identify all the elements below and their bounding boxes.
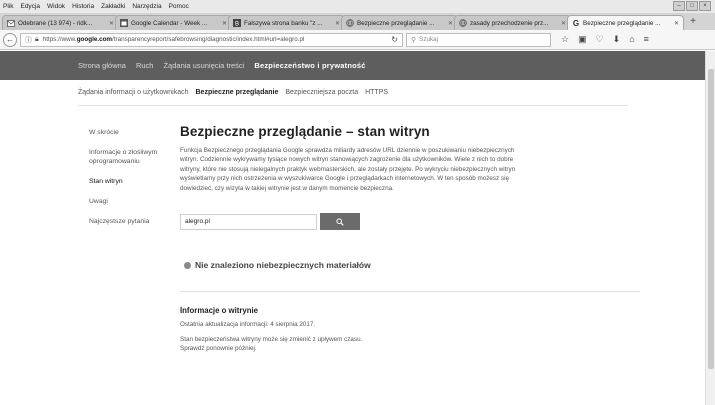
download-icon[interactable]: ⬇ bbox=[613, 34, 621, 45]
status-note-line-1: Stan bezpieczeństwa witryny może się zmi… bbox=[180, 336, 363, 344]
lock-icon: 🔒︎ bbox=[35, 35, 39, 43]
bookmark-star-icon[interactable]: ☆ bbox=[561, 34, 569, 45]
search-icon: ⚲ bbox=[411, 36, 417, 44]
mail-icon bbox=[7, 19, 15, 27]
new-tab-button[interactable]: + bbox=[686, 16, 700, 30]
url-path: /transparencyreport/safebrowsing/diagnos… bbox=[112, 36, 305, 43]
tab-bank[interactable]: B Fałszywa strona banku "z ... ✕ bbox=[228, 15, 345, 30]
bank-icon: B bbox=[233, 19, 241, 27]
reading-list-icon[interactable]: ▣ bbox=[578, 34, 587, 45]
tab-safe-browsing-active[interactable]: G Bezpieczne przeglądanie ... ✕ bbox=[567, 15, 684, 30]
maximize-button[interactable]: □ bbox=[686, 1, 698, 11]
tab-strip: Odebrane (13 974) - ridk... ✕ Google Cal… bbox=[0, 13, 715, 30]
hamburger-menu-icon[interactable]: ≡ bbox=[644, 34, 649, 45]
close-icon[interactable]: ✕ bbox=[335, 20, 340, 27]
site-url-input[interactable] bbox=[180, 213, 317, 230]
navigation-bar: ← ⓘ 🔒︎ https://www.google.com/transparen… bbox=[0, 30, 715, 50]
divider bbox=[180, 291, 640, 293]
menu-view[interactable]: Widok bbox=[47, 3, 65, 10]
svg-text:B: B bbox=[235, 22, 239, 28]
info-icon[interactable]: ⓘ bbox=[25, 35, 32, 45]
address-bar[interactable]: ⓘ 🔒︎ https://www.google.com/transparency… bbox=[20, 32, 403, 47]
sidebar-item-malware-info[interactable]: Informacje o złośliwym oprogramowaniu bbox=[89, 148, 169, 166]
close-window-button[interactable]: × bbox=[699, 1, 711, 11]
scan-result: Nie znaleziono niebezpiecznych materiałó… bbox=[184, 260, 640, 270]
back-arrow-icon[interactable]: ← bbox=[3, 32, 17, 47]
tab-rules[interactable]: zasady przechodzenie prz... ✕ bbox=[454, 15, 571, 30]
close-icon[interactable]: ✕ bbox=[561, 20, 566, 27]
sidebar: W skrócie Informacje o złośliwym oprogra… bbox=[89, 128, 169, 237]
tab-title: Google Calendar - Week ... bbox=[131, 19, 208, 27]
transparency-report-header: Strona główna Ruch Żądania usunięcia tre… bbox=[0, 51, 705, 80]
check-site-button[interactable] bbox=[320, 213, 360, 231]
page-title: Bezpieczne przeglądanie – stan witryn bbox=[180, 124, 430, 139]
status-dot-icon bbox=[184, 261, 191, 269]
search-icon bbox=[336, 217, 344, 226]
menu-help[interactable]: Pomoc bbox=[169, 3, 189, 10]
url-text: https://www.google.com/transparencyrepor… bbox=[43, 36, 388, 43]
tab-title: zasady przechodzenie prz... bbox=[470, 19, 549, 27]
close-icon[interactable]: ✕ bbox=[448, 20, 453, 27]
subnav-safer-email[interactable]: Bezpieczniejsza poczta bbox=[285, 89, 358, 96]
sidebar-item-overview[interactable]: W skrócie bbox=[89, 128, 169, 137]
status-note: Stan bezpieczeństwa witryny może się zmi… bbox=[180, 335, 640, 353]
menu-tools[interactable]: Narzędzia bbox=[132, 3, 161, 10]
google-icon: G bbox=[572, 18, 580, 28]
page-scrollbar[interactable] bbox=[705, 51, 715, 405]
menu-bookmarks[interactable]: Zakładki bbox=[101, 3, 125, 10]
result-text: Nie znaleziono niebezpiecznych materiałó… bbox=[195, 260, 371, 271]
site-check-form bbox=[180, 213, 640, 231]
menu-file[interactable]: Plik bbox=[3, 3, 13, 10]
url-prefix: https://www. bbox=[42, 36, 77, 43]
tab-gmail[interactable]: Odebrane (13 974) - ridk... ✕ bbox=[2, 15, 119, 30]
status-note-line-2: Sprawdź ponownie później. bbox=[180, 345, 257, 353]
nav-security-privacy[interactable]: Bezpieczeństwo i prywatność bbox=[254, 61, 365, 70]
tab-title: Fałszywa strona banku "z ... bbox=[244, 19, 323, 27]
subnav-user-data-requests[interactable]: Żądania informacji o użytkownikach bbox=[78, 89, 189, 96]
browser-search-box[interactable]: ⚲ Szukaj bbox=[406, 32, 551, 47]
menu-edit[interactable]: Edycja bbox=[20, 3, 40, 10]
scrollbar-thumb[interactable] bbox=[708, 69, 714, 369]
sidebar-item-feedback[interactable]: Uwagi bbox=[89, 197, 169, 206]
sidebar-item-site-status[interactable]: Stan witryn bbox=[89, 177, 169, 186]
menu-bar: Plik Edycja Widok Historia Zakładki Narz… bbox=[0, 0, 715, 13]
nav-home[interactable]: Strona główna bbox=[78, 61, 126, 70]
tab-title: Bezpieczne przeglądanie ... bbox=[583, 19, 661, 27]
nav-traffic[interactable]: Ruch bbox=[136, 61, 154, 70]
page-description: Funkcja Bezpiecznego przeglądania Google… bbox=[180, 147, 516, 192]
sub-navigation: Żądania informacji o użytkownikach Bezpi… bbox=[78, 80, 678, 105]
home-icon[interactable]: ⌂ bbox=[629, 34, 634, 45]
site-info-heading: Informacje o witrynie bbox=[180, 306, 258, 316]
calendar-icon bbox=[120, 19, 128, 27]
close-icon[interactable]: ✕ bbox=[109, 20, 114, 27]
divider bbox=[78, 105, 628, 106]
subnav-safe-browsing[interactable]: Bezpieczne przeglądanie bbox=[196, 89, 279, 96]
last-update-text: Ostatnia aktualizacja informacji: 4 sier… bbox=[180, 321, 316, 329]
search-placeholder: Szukaj bbox=[419, 36, 439, 43]
nav-removal-requests[interactable]: Żądania usunięcia treści bbox=[163, 61, 244, 70]
globe-icon bbox=[459, 19, 467, 27]
sidebar-item-faq[interactable]: Najczęstsze pytania bbox=[89, 217, 169, 226]
reload-icon[interactable]: ↻ bbox=[391, 35, 398, 44]
tab-title: Odebrane (13 974) - ridk... bbox=[18, 19, 93, 27]
main-content: Bezpieczne przeglądanie – stan witryn Fu… bbox=[180, 124, 640, 353]
globe-icon bbox=[346, 19, 354, 27]
minimize-button[interactable]: – bbox=[673, 1, 685, 11]
toolbar-icons: ☆ ▣ ♡ ⬇ ⌂ ≡ bbox=[561, 34, 649, 45]
tab-safe-browsing-1[interactable]: Bezpieczne przeglądanie ... ✕ bbox=[341, 15, 458, 30]
url-domain: google.com bbox=[76, 36, 113, 43]
tab-title: Bezpieczne przeglądanie ... bbox=[357, 19, 435, 27]
close-icon[interactable]: ✕ bbox=[222, 20, 227, 27]
menu-history[interactable]: Historia bbox=[72, 3, 94, 10]
pocket-icon[interactable]: ♡ bbox=[596, 34, 604, 45]
tab-calendar[interactable]: Google Calendar - Week ... ✕ bbox=[115, 15, 232, 30]
subnav-https[interactable]: HTTPS bbox=[365, 89, 388, 96]
close-icon[interactable]: ✕ bbox=[674, 20, 679, 27]
window-controls: – □ × bbox=[673, 1, 711, 11]
